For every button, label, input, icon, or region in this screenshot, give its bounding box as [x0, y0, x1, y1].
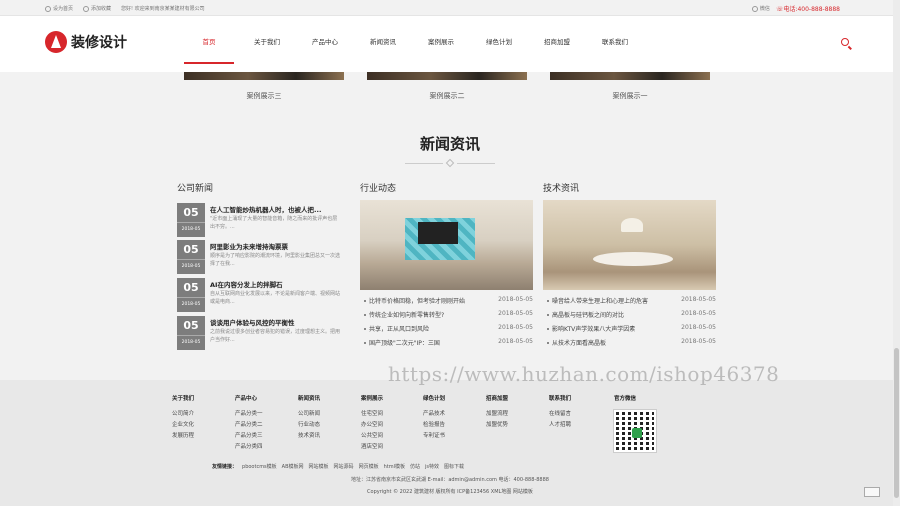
back-to-top-button[interactable]: [864, 487, 880, 497]
list-item[interactable]: 国产顶级"二次元"IP：三国 2018-05-05: [360, 337, 533, 351]
tv-shape: [418, 222, 458, 244]
logo-text: 装修设计: [71, 35, 127, 51]
footer-col-cases: 案例展示 住宅空间 办公空间 公共空间 酒店空间: [361, 396, 384, 450]
nav-item-products[interactable]: 产品中心: [296, 16, 354, 72]
wechat-icon: [751, 5, 758, 12]
friend-link[interactable]: 仿站: [410, 463, 420, 470]
case-strip: 案例展示三 案例展示二 案例展示一: [0, 72, 900, 112]
news-item[interactable]: 05 2018-05 在人工智能炒热机器人时，也被人把... "近市面上涌现了大量…: [177, 203, 347, 237]
news-summary: 顺序是为了响应影院的潮流环境，阿里影业集团总又一次选择了在我...: [210, 253, 341, 267]
list-item[interactable]: 高晶板与硅钙板之间的对比 2018-05-05: [543, 309, 716, 323]
footer-copyright: Copyright © 2022 建筑建材 版权所有 ICP备123456 XM…: [367, 489, 533, 495]
footer-col-wechat: 官方微信: [614, 396, 637, 402]
friend-link[interactable]: 网页模板: [359, 463, 379, 470]
wechat-icon: [632, 428, 642, 438]
friend-link[interactable]: js特效: [425, 463, 439, 470]
friend-link[interactable]: 网站模板: [309, 463, 329, 470]
site-footer: 关于我们 公司简介 企业文化 发展历程 产品中心 产品分类一 产品分类二 产品分…: [0, 380, 900, 506]
industry-news-image[interactable]: [360, 200, 533, 290]
news-item[interactable]: 05 2018-05 谈谈用户体验与风控的平衡性 之前我说过很多创业者容易犯的错误…: [177, 316, 347, 350]
list-item[interactable]: 共享，正从风口到风险 2018-05-05: [360, 323, 533, 337]
news-title[interactable]: 谈谈用户体验与风控的平衡性: [210, 317, 350, 327]
footer-col-about: 关于我们 公司简介 企业文化 发展历程: [172, 396, 195, 439]
friend-link[interactable]: pbootcms模板: [242, 463, 277, 470]
tech-news-title[interactable]: 技术资讯: [543, 181, 579, 194]
main-nav: 首页 关于我们 产品中心 新闻资讯 案例展示 绿色计划 招商加盟 联系我们: [180, 16, 644, 72]
nav-item-about[interactable]: 关于我们: [238, 16, 296, 72]
nav-item-cases[interactable]: 案例展示: [412, 16, 470, 72]
list-item[interactable]: 从技术方面看高晶板 2018-05-05: [543, 337, 716, 351]
case-image-2[interactable]: [367, 72, 527, 80]
table-shape: [593, 252, 673, 266]
list-item[interactable]: 噪音给人带来生理上和心理上的危害 2018-05-05: [543, 295, 716, 309]
footer-col-products: 产品中心 产品分类一 产品分类二 产品分类三 产品分类四: [235, 396, 263, 450]
friend-link[interactable]: 网站源码: [334, 463, 354, 470]
friend-links: 友情链接： pbootcms模板 AB模板网 网站模板 网站源码 网页模板 ht…: [212, 463, 464, 470]
logo[interactable]: 装修设计: [45, 31, 127, 53]
list-item[interactable]: 比特币价格回稳，但考验才刚刚开始 2018-05-05: [360, 295, 533, 309]
news-summary: "近市面上涌现了大量的智能音箱，随之而来的批评声也层出不穷。...: [210, 216, 338, 230]
star-icon: [83, 5, 90, 12]
news-item[interactable]: 05 2018-05 AI在内容分发上的拌脚石 自从互联网商业化发展以来，不论是新…: [177, 278, 347, 312]
diamond-icon: [445, 158, 455, 168]
top-bar: 设为首页 添加收藏 您好! 欢迎来到南京某某建材有限公司 微信 ☏电话:400-…: [0, 0, 900, 16]
industry-news-list: 比特币价格回稳，但考验才刚刚开始 2018-05-05 传统企业如何向新零售转型?…: [360, 295, 533, 351]
case-image-1[interactable]: [550, 72, 710, 80]
date-box: 05 2018-05: [177, 240, 205, 274]
date-box: 05 2018-05: [177, 203, 205, 237]
nav-item-green-plan[interactable]: 绿色计划: [470, 16, 528, 72]
welcome-text: 您好! 欢迎来到南京某某建材有限公司: [121, 6, 205, 12]
case-caption-1[interactable]: 案例展示一: [550, 91, 710, 101]
footer-col-franchise: 招商加盟 加盟流程 加盟优势: [486, 396, 509, 428]
date-box: 05 2018-05: [177, 278, 205, 312]
list-item[interactable]: 影响KTV声学效果八大声学因素 2018-05-05: [543, 323, 716, 337]
add-favorite-link[interactable]: 添加收藏: [83, 5, 111, 12]
logo-mark-icon: [45, 31, 67, 53]
company-news-title[interactable]: 公司新闻: [177, 181, 213, 194]
news-summary: 自从互联网商业化发展以来，不论是新闻客户端、视频网站或是电商...: [210, 291, 341, 305]
footer-address: 地址：江苏省南京市玄武区玄武湖 E-mail：admin@admin.com 电…: [351, 477, 549, 483]
tech-news-list: 噪音给人带来生理上和心理上的危害 2018-05-05 高晶板与硅钙板之间的对比 2…: [543, 295, 716, 351]
nav-item-home[interactable]: 首页: [180, 16, 238, 72]
news-item[interactable]: 05 2018-05 阿里影业为未来增持淘票票 顺序是为了响应影院的潮流环境，阿里…: [177, 240, 347, 274]
watermark-text: https://www.huzhan.com/ishop46378: [388, 362, 780, 386]
tech-news-image[interactable]: [543, 200, 716, 290]
nav-item-franchise[interactable]: 招商加盟: [528, 16, 586, 72]
friend-link[interactable]: html模板: [384, 463, 405, 470]
scrollbar-thumb[interactable]: [894, 348, 899, 498]
industry-news-title[interactable]: 行业动态: [360, 181, 396, 194]
friend-link[interactable]: 图标下载: [444, 463, 464, 470]
phone-info: ☏电话:400-888-8888: [775, 6, 840, 13]
footer-col-contact: 联系我们 在线留言 人才招聘: [549, 396, 572, 428]
lamp-shape: [621, 218, 643, 232]
wechat-qr-code: [614, 410, 656, 452]
wechat-link[interactable]: 微信: [751, 5, 770, 12]
list-item[interactable]: 传统企业如何向新零售转型? 2018-05-05: [360, 309, 533, 323]
nav-item-news[interactable]: 新闻资讯: [354, 16, 412, 72]
friend-link[interactable]: AB模板网: [282, 463, 304, 470]
date-box: 05 2018-05: [177, 316, 205, 350]
footer-col-green: 绿色计划 产品技术 检验报告 专利证书: [423, 396, 446, 439]
title-divider: [405, 158, 495, 168]
section-title: 新闻资讯: [419, 135, 480, 153]
nav-item-contact[interactable]: 联系我们: [586, 16, 644, 72]
news-title[interactable]: 在人工智能炒热机器人时，也被人把...: [210, 204, 350, 214]
site-header: 装修设计 首页 关于我们 产品中心 新闻资讯 案例展示 绿色计划 招商加盟 联系…: [0, 16, 900, 72]
case-caption-3[interactable]: 案例展示三: [184, 91, 344, 101]
case-image-3[interactable]: [184, 72, 344, 80]
news-title[interactable]: 阿里影业为未来增持淘票票: [210, 241, 350, 251]
news-title[interactable]: AI在内容分发上的拌脚石: [210, 279, 350, 289]
news-summary: 之前我说过很多创业者容易犯的错误，过度理想主义。把用户当作好...: [210, 329, 341, 343]
home-icon: [45, 5, 51, 12]
set-homepage-link[interactable]: 设为首页: [45, 5, 73, 12]
case-caption-2[interactable]: 案例展示二: [367, 91, 527, 101]
scrollbar[interactable]: [893, 0, 900, 506]
footer-col-news: 新闻资讯 公司新闻 行业动态 技术资讯: [298, 396, 321, 439]
search-icon[interactable]: [841, 38, 849, 46]
